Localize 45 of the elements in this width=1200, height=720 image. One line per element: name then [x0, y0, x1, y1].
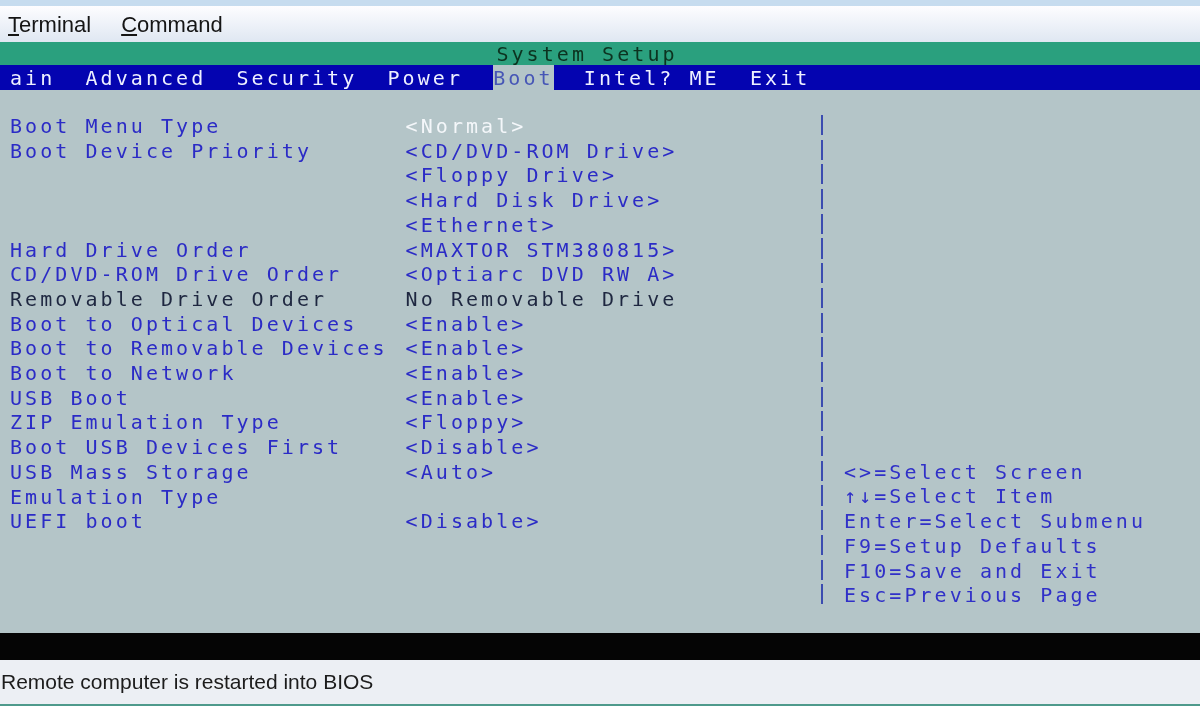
setting-label: Boot to Removable Devices	[10, 336, 389, 362]
setting-label: Boot to Network	[10, 361, 238, 386]
tab[interactable]: Boot	[493, 65, 554, 90]
help-text: ↑↓=Select Item	[844, 484, 1057, 510]
setting-value[interactable]: <Hard Disk Drive>	[405, 188, 663, 213]
setting-value[interactable]: <Ethernet>	[405, 212, 557, 238]
help-text: F10=Save and Exit	[844, 558, 1102, 584]
setting-label: ZIP Emulation Type	[10, 410, 283, 436]
screen-title: System Setup	[496, 42, 678, 65]
setting-value[interactable]: <Optiarc DVD RW A>	[405, 262, 678, 287]
setting-label: USB Mass Storage Emulation Type	[10, 459, 253, 510]
menu-item[interactable]: Command	[121, 10, 223, 38]
setting-label: Boot Menu Type	[10, 114, 223, 139]
menu-item[interactable]: Terminal	[8, 10, 92, 38]
setting-value[interactable]: <Floppy>	[405, 410, 527, 436]
setting-label: UEFI boot	[10, 509, 147, 534]
tab[interactable]: Advanced	[85, 65, 207, 90]
setting-label: Removable Drive Order	[10, 286, 329, 312]
setting-value[interactable]: <MAXTOR STM380815>	[405, 237, 678, 263]
setting-label: Hard Drive Order	[10, 237, 253, 263]
setting-label: Boot Device Priority	[10, 138, 314, 164]
setting-value[interactable]: <Floppy Drive>	[405, 163, 618, 189]
status-text: Remote computer is restarted into BIOS	[1, 670, 374, 694]
setting-value: No Removable Drive	[405, 286, 678, 312]
setting-value[interactable]: <Disable>	[405, 509, 542, 534]
setting-value[interactable]: <Enable>	[405, 311, 527, 337]
tab[interactable]: ain	[10, 65, 56, 90]
tab[interactable]: Security	[236, 65, 358, 90]
tab[interactable]: Exit	[749, 65, 811, 90]
setting-label: Boot to Optical Devices	[10, 311, 359, 337]
setting-value[interactable]: <Auto>	[405, 459, 497, 485]
help-text: Esc=Previous Page	[844, 583, 1102, 608]
setting-label: Boot USB Devices First	[10, 435, 344, 460]
setting-label: USB Boot	[10, 385, 132, 411]
help-text: <>=Select Screen	[844, 459, 1087, 485]
help-text: F9=Setup Defaults	[844, 533, 1102, 559]
setting-value[interactable]: <Enable>	[405, 385, 527, 411]
setting-value[interactable]: <CD/DVD-ROM Drive>	[405, 138, 678, 164]
tab[interactable]: Intel? ME	[583, 65, 720, 90]
setting-value[interactable]: <Enable>	[405, 361, 527, 386]
setting-value[interactable]: <Disable>	[405, 435, 542, 460]
setting-value[interactable]: <Enable>	[405, 336, 527, 362]
tab[interactable]: Power	[387, 65, 463, 90]
setting-label: CD/DVD-ROM Drive Order	[10, 262, 344, 287]
help-text: Enter=Select Submenu	[844, 509, 1148, 534]
